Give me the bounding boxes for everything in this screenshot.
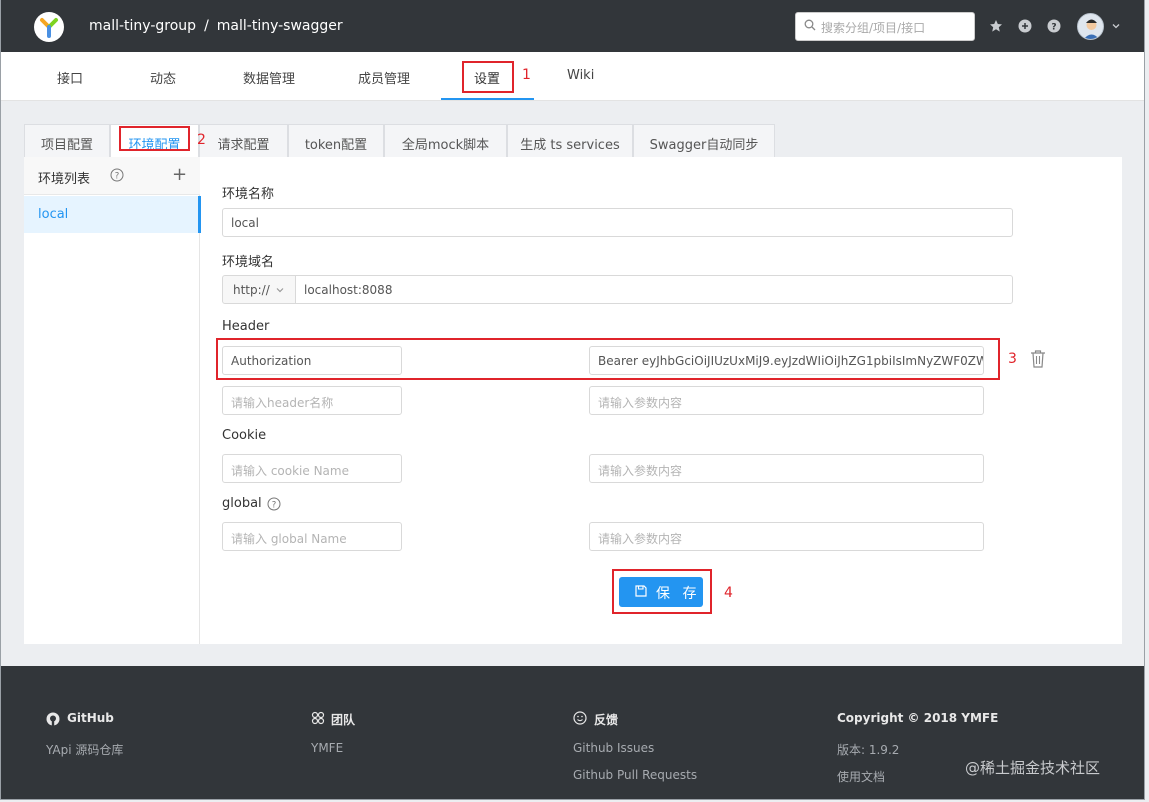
env-name-input[interactable]: local <box>222 208 1013 237</box>
env-name-label: 环境名称 <box>222 187 275 202</box>
watermark: @稀土掘金技术社区 <box>965 759 1101 777</box>
protocol-value: http:// <box>233 283 270 297</box>
header-label: Header <box>222 319 270 334</box>
yapi-logo[interactable] <box>34 12 64 42</box>
avatar[interactable] <box>1077 13 1104 40</box>
global-name-field[interactable]: 请输入 global Name <box>222 522 402 551</box>
global-param-field[interactable]: 请输入参数内容 <box>589 522 984 551</box>
help-icon[interactable]: ? <box>1047 19 1061 33</box>
footer-version: 版本: 1.9.2 <box>837 743 900 757</box>
global-label: global <box>222 496 262 511</box>
footer-feedback-head: 反馈 <box>594 713 619 727</box>
search-placeholder: 搜索分组/项目/接口 <box>821 21 926 35</box>
smile-icon <box>573 711 587 729</box>
env-list-item[interactable]: local <box>24 196 201 233</box>
top-bar: mall-tiny-group / mall-tiny-swagger 搜索分组/项… <box>1 0 1144 52</box>
nav-item-activity[interactable]: 动态 <box>150 68 176 87</box>
svg-text:?: ? <box>115 171 120 181</box>
project-nav: 接口 动态 数据管理 成员管理 设置 Wiki <box>1 52 1144 101</box>
footer-github-head: GitHub <box>67 711 114 725</box>
cookie-param-field[interactable]: 请输入参数内容 <box>589 454 984 483</box>
footer-team-link[interactable]: YMFE <box>311 741 343 755</box>
annotation-number-3: 3 <box>1008 351 1017 367</box>
breadcrumb-project[interactable]: mall-tiny-swagger <box>217 18 343 34</box>
add-env-button[interactable]: + <box>172 164 187 185</box>
protocol-select[interactable]: http:// <box>222 275 296 304</box>
env-domain-label: 环境域名 <box>222 255 275 270</box>
github-icon <box>46 712 60 730</box>
footer-github-link[interactable]: YApi 源码仓库 <box>46 741 123 758</box>
help-icon[interactable]: ? <box>267 497 281 515</box>
svg-text:?: ? <box>272 500 277 510</box>
nav-active-indicator <box>441 98 534 100</box>
tab-token-config[interactable]: token配置 <box>288 124 384 158</box>
annotation-number-2: 2 <box>197 132 206 148</box>
nav-item-members[interactable]: 成员管理 <box>358 68 410 87</box>
header-param-field[interactable]: 请输入参数内容 <box>589 386 984 415</box>
env-list-header: 环境列表 ? + <box>24 157 200 195</box>
delete-icon[interactable] <box>1030 350 1046 372</box>
svg-text:?: ? <box>1051 23 1056 33</box>
footer: GitHub YApi 源码仓库 团队 YMFE 反馈 Github Issue… <box>1 666 1144 799</box>
footer-docs-link[interactable]: 使用文档 <box>837 768 885 785</box>
footer-feedback-issues[interactable]: Github Issues <box>573 741 654 755</box>
nav-item-data[interactable]: 数据管理 <box>243 68 295 87</box>
chevron-down-icon <box>275 284 285 298</box>
add-circle-icon[interactable] <box>1018 19 1032 33</box>
cookie-name-field[interactable]: 请输入 cookie Name <box>222 454 402 483</box>
env-list-item-label: local <box>38 207 69 222</box>
env-active-indicator <box>198 196 201 233</box>
annotation-box-1 <box>462 61 514 93</box>
header-name-field[interactable]: 请输入header名称 <box>222 386 402 415</box>
domain-input[interactable]: localhost:8088 <box>295 275 1013 304</box>
star-icon[interactable] <box>989 19 1003 33</box>
tab-swagger-sync[interactable]: Swagger自动同步 <box>633 124 775 158</box>
footer-copyright: Copyright © 2018 YMFE <box>837 711 999 725</box>
breadcrumb-separator: / <box>204 18 209 34</box>
annotation-number-1: 1 <box>522 67 531 83</box>
tab-request-config[interactable]: 请求配置 <box>199 124 288 158</box>
breadcrumb-group[interactable]: mall-tiny-group <box>89 18 196 34</box>
env-list: 环境列表 ? + local <box>24 157 201 644</box>
breadcrumb: mall-tiny-group / mall-tiny-swagger <box>89 18 343 34</box>
help-icon[interactable]: ? <box>110 168 124 186</box>
env-list-title: 环境列表 <box>38 172 91 187</box>
team-icon <box>311 711 325 729</box>
footer-feedback-prs[interactable]: Github Pull Requests <box>573 768 697 782</box>
cookie-label: Cookie <box>222 428 267 443</box>
footer-team-head: 团队 <box>331 713 356 727</box>
annotation-box-2 <box>119 126 190 151</box>
nav-item-interface[interactable]: 接口 <box>57 68 83 87</box>
annotation-box-3 <box>216 338 1000 380</box>
search-icon <box>804 19 816 34</box>
app-window: mall-tiny-group / mall-tiny-swagger 搜索分组/项… <box>0 0 1145 800</box>
annotation-number-4: 4 <box>724 585 733 601</box>
search-input[interactable]: 搜索分组/项目/接口 <box>795 12 975 41</box>
tab-ts-services[interactable]: 生成 ts services <box>507 124 633 158</box>
chevron-down-icon[interactable] <box>1111 20 1125 34</box>
nav-item-wiki[interactable]: Wiki <box>567 68 594 83</box>
tab-global-mock[interactable]: 全局mock脚本 <box>384 124 507 158</box>
tab-project-config[interactable]: 项目配置 <box>24 124 110 158</box>
annotation-box-4 <box>612 569 712 614</box>
